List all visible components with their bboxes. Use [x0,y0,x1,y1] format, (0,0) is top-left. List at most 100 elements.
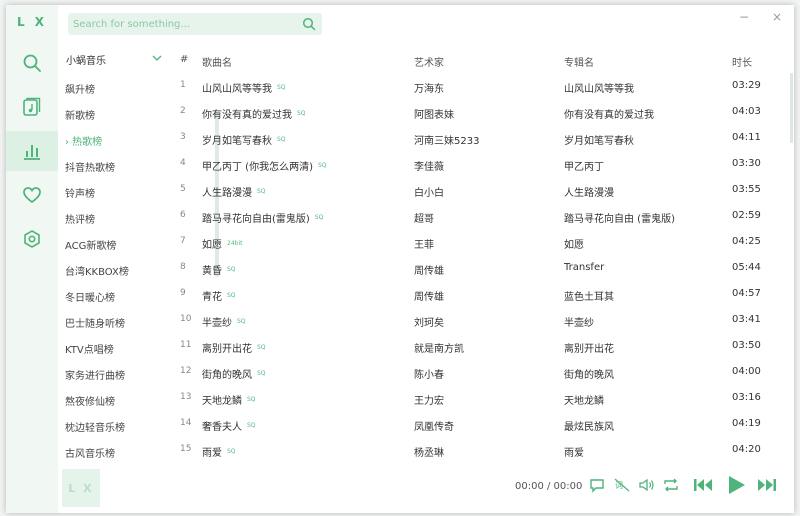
nav-search[interactable] [6,43,58,83]
column-header-album: 专辑名 [564,58,594,69]
previous-track-icon[interactable] [692,476,714,494]
nav-favorites[interactable] [6,175,58,215]
minimize-button[interactable]: − [739,11,749,23]
song-artist-text: 陈小春 [414,370,444,381]
song-duration: 04:19 [732,418,761,429]
board-item[interactable]: 铃声榜 [65,185,95,200]
song-num-text: 1 [180,80,186,90]
song-artist: 万海东 [414,80,444,95]
song-artist: 白小白 [414,184,444,199]
song-artist: 周传雄 [414,288,444,303]
table-row[interactable]: 11 离别开出花 SQ 就是南方凯 离别开出花 03:50 [172,333,788,359]
table-row[interactable]: 8 黄昏 SQ 周传雄 Transfer 05:44 [172,255,788,281]
volume-icon[interactable] [638,476,656,494]
song-duration: 05:44 [732,262,761,273]
search-input[interactable] [68,13,293,35]
table-row[interactable]: 1 山风山风等等我 SQ 万海东 山风山风等等我 03:29 [172,73,788,99]
song-album: 半壶纱 [564,314,594,329]
song-num-text: 15 [180,444,192,454]
song-artist-text: 李佳薇 [414,162,444,173]
song-artist: 王菲 [414,236,434,251]
song-artist-text: 杨丞琳 [414,448,444,459]
board-item[interactable]: 抖音热歌榜 [65,159,115,174]
table-row[interactable]: 12 街角的晚风 SQ 陈小春 街角的晚风 04:00 [172,359,788,385]
table-row[interactable]: 4 甲乙丙丁 (你我怎么两清) SQ 李佳薇 甲乙丙丁 03:30 [172,151,788,177]
song-duration: 02:59 [732,210,761,221]
board-item[interactable]: ACG新歌榜 [65,237,116,252]
song-title: 踏马寻花向自由(雷鬼版) SQ [202,210,323,225]
board-item[interactable]: 飙升榜 [65,81,95,96]
song-album-text: 半壶纱 [564,318,594,329]
song-artist: 陈小春 [414,366,444,381]
table-row[interactable]: 9 青花 SQ 周传雄 蓝色土耳其 04:57 [172,281,788,307]
nav-leaderboard[interactable] [6,131,58,171]
quality-badge: SQ [247,396,256,403]
table-row[interactable]: 7 如愿 24bit 王菲 如愿 04:25 [172,229,788,255]
song-title: 如愿 24bit [202,236,242,251]
quality-badge: SQ [277,136,286,143]
nav-settings[interactable] [6,219,58,259]
board-item[interactable]: 熬夜修仙榜 [65,393,115,408]
lyrics-off-icon[interactable]: 词 [613,476,631,494]
song-list-scrollbar[interactable] [790,73,793,143]
song-duration-text: 04:11 [732,132,761,143]
play-icon[interactable] [725,474,747,496]
heart-icon [23,187,41,204]
board-item[interactable]: 巴士随身听榜 [65,315,125,330]
board-item-active[interactable]: › 热歌榜 [65,133,102,148]
table-row[interactable]: 5 人生路漫漫 SQ 白小白 人生路漫漫 03:55 [172,177,788,203]
table-row[interactable]: 3 岁月如笔写春秋 SQ 河南三妹5233 岁月如笔写春秋 04:11 [172,125,788,151]
board-item[interactable]: KTV点唱榜 [65,341,114,356]
table-row[interactable]: 13 天地龙鳞 SQ 王力宏 天地龙鳞 03:16 [172,385,788,411]
source-select[interactable]: 小蜗音乐 [66,52,162,67]
song-num-text: 14 [180,418,192,428]
song-album: 岁月如笔写春秋 [564,132,634,147]
song-album: 如愿 [564,236,584,251]
song-num: 15 [180,444,191,454]
song-artist-text: 白小白 [414,188,444,199]
song-num-text: 4 [180,158,186,168]
board-item[interactable]: 冬日暖心榜 [65,289,115,304]
song-num-text: 9 [180,288,186,298]
song-num: 10 [180,314,191,324]
nav-my-list[interactable] [6,87,58,127]
song-album: Transfer [564,262,604,273]
repeat-icon[interactable] [662,476,680,494]
song-album-text: 人生路漫漫 [564,188,614,199]
song-duration: 03:41 [732,314,761,325]
song-title-text: 山风山风等等我 [202,84,272,95]
table-row[interactable]: 2 你有没有真的爱过我 SQ 阿图表妹 你有没有真的爱过我 04:03 [172,99,788,125]
song-title: 街角的晚风 SQ [202,366,266,381]
board-item[interactable]: 古风音乐榜 [65,445,115,460]
song-num-text: 5 [180,184,186,194]
column-header-num: # [180,54,189,65]
song-duration: 04:11 [732,132,761,143]
playback-time: 00:00 / 00:00 [515,481,583,492]
board-item[interactable]: 热评榜 [65,211,95,226]
table-row[interactable]: 6 踏马寻花向自由(雷鬼版) SQ 超哥 踏马寻花向自由 (雷鬼版) 02:59 [172,203,788,229]
table-row[interactable]: 15 雨爱 SQ 杨丞琳 雨爱 04:20 [172,437,788,463]
song-num: 2 [180,106,186,116]
song-title-text: 黄昏 [202,266,222,277]
table-row[interactable]: 14 奢香夫人 SQ 凤凰传奇 最炫民族风 04:19 [172,411,788,437]
board-item[interactable]: 新歌榜 [65,107,95,122]
table-row[interactable]: 10 半壶纱 SQ 刘珂矣 半壶纱 03:41 [172,307,788,333]
album-cover[interactable]: L X [62,469,100,507]
my-list-icon [23,97,41,116]
song-title: 黄昏 SQ [202,262,236,277]
column-header-duration: 时长 [732,58,752,69]
board-item[interactable]: 台湾KKBOX榜 [65,263,129,278]
song-title: 离别开出花 SQ [202,340,266,355]
sidebar: L X [6,5,58,513]
song-title: 甲乙丙丁 (你我怎么两清) SQ [202,158,327,173]
song-duration-text: 05:44 [732,262,761,273]
search-icon[interactable] [302,17,316,31]
board-item[interactable]: 枕边轻音乐榜 [65,419,125,434]
board-item[interactable]: 家务进行曲榜 [65,367,125,382]
song-artist: 周传雄 [414,262,444,277]
song-album-text: 街角的晚风 [564,370,614,381]
close-button[interactable]: × [772,11,782,23]
song-artist-text: 河南三妹5233 [414,136,480,147]
comment-icon[interactable] [588,476,606,494]
next-track-icon[interactable] [756,476,778,494]
